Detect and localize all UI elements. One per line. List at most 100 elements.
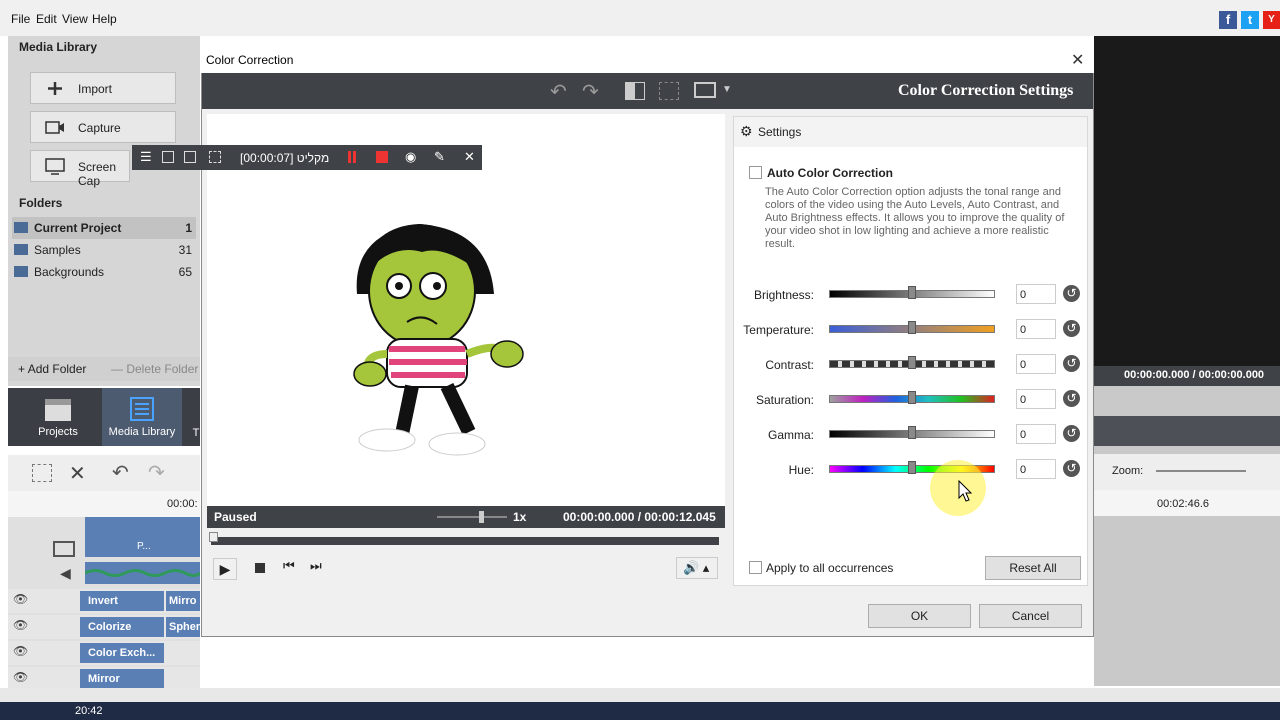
camera-icon [45,119,65,136]
zoom-slider[interactable] [1156,470,1246,472]
eye-icon[interactable]: 👁 [13,592,28,606]
slider-thumb[interactable] [908,426,916,439]
select-icon[interactable] [32,464,52,482]
auto-color-description: The Auto Color Correction option adjusts… [765,186,1065,250]
mute-icon[interactable]: ◀ [60,565,71,582]
undo-icon[interactable]: ↶ [112,460,129,485]
play-icon[interactable]: ▶ [213,558,237,580]
chevron-down-icon[interactable]: ▼ [722,84,732,95]
seek-thumb[interactable] [209,532,218,542]
slider-thumb[interactable] [908,356,916,369]
slider-thumb[interactable] [908,461,916,474]
import-button[interactable]: Import [30,72,176,104]
cancel-button[interactable]: Cancel [979,604,1082,628]
folder-icon [14,266,28,277]
seek-bar[interactable] [207,528,725,552]
apply-all-checkbox[interactable] [749,561,762,574]
redo-icon[interactable]: ↷ [582,79,599,104]
zoom-region-icon[interactable] [184,151,196,163]
reset-icon[interactable]: ↺ [1063,460,1080,477]
pencil-icon[interactable]: ✎ [434,149,445,165]
audio-clip[interactable] [84,562,202,584]
folder-current-project[interactable]: Current Project 1 [12,217,196,239]
menu-edit[interactable]: Edit [36,12,57,26]
slider-value-input[interactable]: 0 [1016,319,1056,339]
reset-icon[interactable]: ↺ [1063,355,1080,372]
nav-projects[interactable]: Projects [30,388,86,446]
reset-icon[interactable]: ↺ [1063,390,1080,407]
stop-icon[interactable] [376,151,388,163]
add-folder-button[interactable]: + Add Folder [18,362,86,376]
menu-icon[interactable]: ☰ [140,149,152,165]
slider-value-input[interactable]: 0 [1016,284,1056,304]
horizontal-scrollbar[interactable] [0,688,1280,702]
taskbar: 20:42 [0,702,1280,720]
recording-toolbar: ☰ מקליט [00:00:07] ◉ ✎ ✕ [132,145,482,170]
reset-icon[interactable]: ↺ [1063,285,1080,302]
eye-icon[interactable]: 👁 [13,644,28,658]
monitor-icon[interactable] [694,82,716,98]
screen-capture-button[interactable]: Screen Cap [30,150,130,188]
effect-color-exchange[interactable]: Color Exch... [80,643,164,663]
capture-button[interactable]: Capture [30,111,176,143]
reset-all-button[interactable]: Reset All [985,556,1081,580]
facebook-icon[interactable]: f [1219,11,1237,29]
pause-icon[interactable] [348,151,351,163]
auto-color-checkbox[interactable] [749,166,762,179]
slider-value-input[interactable]: 0 [1016,389,1056,409]
ok-button[interactable]: OK [868,604,971,628]
clapper-icon [45,399,71,421]
effect-colorize[interactable]: Colorize [80,617,164,637]
seek-track[interactable] [211,537,719,545]
slider-label: Contrast: [765,358,814,372]
close-icon[interactable]: ✕ [1071,50,1084,70]
volume-icon[interactable]: 🔊 ▴ [676,557,718,579]
slider-value-input[interactable]: 0 [1016,424,1056,444]
delete-icon[interactable]: ✕ [69,461,86,486]
status-text: Paused [214,510,257,524]
gear-icon: ⚙ [740,123,753,139]
eye-icon[interactable]: 👁 [13,618,28,632]
region-icon[interactable] [209,151,221,163]
folder-backgrounds[interactable]: Backgrounds 65 [12,261,196,283]
next-frame-icon[interactable]: ⏭ [310,558,322,574]
folder-icon [14,222,28,233]
twitter-icon[interactable]: t [1241,11,1259,29]
menu-view[interactable]: View [62,12,88,26]
settings-tab[interactable]: ⚙ Settings [734,117,1087,147]
undo-icon[interactable]: ↶ [550,79,567,104]
youtube-icon[interactable]: Y [1263,11,1280,29]
media-library-title: Media Library [19,40,98,54]
close-icon[interactable]: ✕ [464,149,475,165]
redo-icon[interactable]: ↷ [148,460,165,485]
reset-icon[interactable]: ↺ [1063,320,1080,337]
previous-frame-icon[interactable]: ⏮ [283,558,295,574]
speed-slider[interactable] [437,516,507,518]
eye-icon[interactable]: 👁 [13,670,28,684]
camera-icon[interactable]: ◉ [405,149,416,165]
slider-thumb[interactable] [908,286,916,299]
effect-invert[interactable]: Invert [80,591,164,611]
menu-help[interactable]: Help [92,12,117,26]
slider-value-input[interactable]: 0 [1016,354,1056,374]
effect-mirror-clip[interactable]: Mirro [166,591,200,611]
effect-sphere-clip[interactable]: Spher [166,617,200,637]
auto-color-label: Auto Color Correction [767,166,893,180]
effect-mirror[interactable]: Mirror [80,669,164,689]
split-view-icon[interactable] [625,82,645,100]
reset-icon[interactable]: ↺ [1063,425,1080,442]
nav-media-library[interactable]: Media Library [102,388,182,446]
slider-thumb[interactable] [908,391,916,404]
grid-icon[interactable] [659,82,679,100]
slider-value-input[interactable]: 0 [1016,459,1056,479]
nav-truncated[interactable]: T [192,388,200,446]
slider-thumb[interactable] [908,321,916,334]
delete-folder-button[interactable]: — Delete Folder [111,362,198,376]
folder-samples[interactable]: Samples 31 [12,239,196,261]
video-clip[interactable]: P... [85,517,200,557]
player-area [1094,36,1280,366]
stop-icon[interactable] [255,563,265,573]
window-icon[interactable] [162,151,174,163]
speed-slider-thumb[interactable] [479,511,484,523]
menu-file[interactable]: File [11,12,30,26]
